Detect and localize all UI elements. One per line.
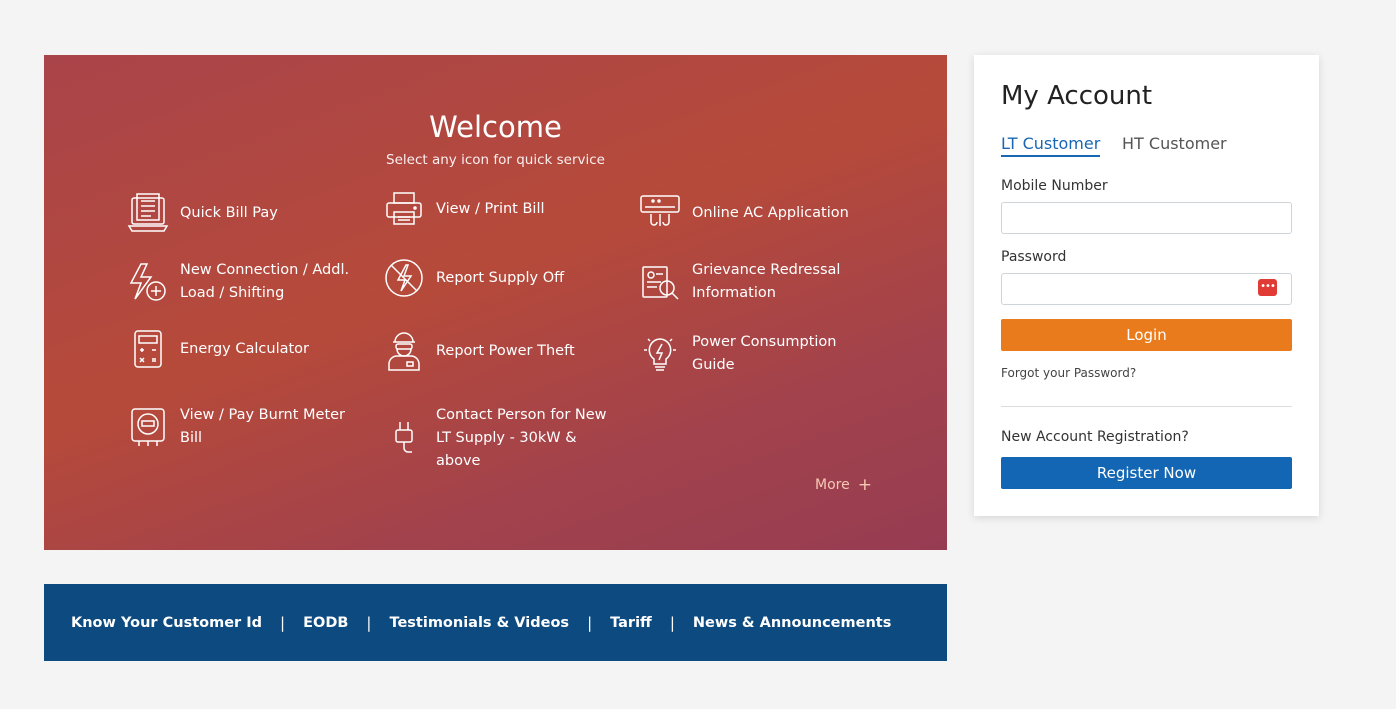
mobile-number-input[interactable] [1001, 202, 1292, 234]
mobile-number-label: Mobile Number [1001, 178, 1108, 194]
service-report-supply-off[interactable]: Report Supply Off [382, 256, 608, 300]
plug-icon [382, 417, 426, 461]
thief-icon [382, 329, 426, 373]
link-know-customer-id[interactable]: Know Your Customer Id [71, 615, 262, 631]
link-tariff[interactable]: Tariff [610, 615, 652, 631]
divider [1001, 406, 1292, 407]
air-conditioner-icon [638, 191, 682, 235]
service-grievance-redressal[interactable]: Grievance Redressal Information [638, 259, 864, 305]
tab-ht-customer[interactable]: HT Customer [1122, 134, 1227, 155]
my-account-panel: My Account LT Customer HT Customer Mobil… [974, 55, 1319, 516]
service-online-ac-application[interactable]: Online AC Application [638, 191, 864, 235]
service-label: Quick Bill Pay [180, 204, 278, 221]
link-testimonials-videos[interactable]: Testimonials & Videos [389, 615, 569, 631]
supply-off-icon [382, 256, 426, 300]
lightning-plus-icon [126, 260, 170, 304]
quick-links-bar: Know Your Customer Id | EODB | Testimoni… [44, 584, 947, 661]
link-news-announcements[interactable]: News & Announcements [693, 615, 891, 631]
welcome-subtitle: Select any icon for quick service [386, 152, 605, 168]
password-manager-icon[interactable]: ••• [1258, 279, 1277, 296]
more-link[interactable]: More + [815, 475, 872, 495]
password-input[interactable] [1001, 273, 1292, 305]
bulb-icon [638, 332, 682, 376]
service-label: New Connection / Addl. Load / Shifting [180, 262, 350, 301]
service-label: Report Power Theft [436, 342, 575, 359]
link-separator: | [366, 613, 372, 632]
service-label: Report Supply Off [436, 269, 565, 286]
service-label: View / Print Bill [436, 200, 545, 217]
new-account-label: New Account Registration? [1001, 429, 1189, 445]
service-label: View / Pay Burnt Meter Bill [180, 407, 346, 446]
service-power-consumption-guide[interactable]: Power Consumption Guide [638, 331, 864, 377]
link-separator: | [280, 613, 286, 632]
login-button[interactable]: Login [1001, 319, 1292, 351]
tab-lt-customer[interactable]: LT Customer [1001, 134, 1101, 157]
service-view-print-bill[interactable]: View / Print Bill [382, 187, 608, 231]
printer-icon [382, 187, 426, 231]
service-new-connection[interactable]: New Connection / Addl. Load / Shifting [126, 259, 352, 305]
calculator-icon [126, 327, 170, 371]
password-label: Password [1001, 249, 1067, 265]
service-quick-bill-pay[interactable]: Quick Bill Pay [126, 191, 352, 235]
welcome-title: Welcome [429, 110, 562, 144]
service-label: Energy Calculator [180, 340, 310, 357]
forgot-password-link[interactable]: Forgot your Password? [1001, 366, 1136, 380]
welcome-panel: Welcome Select any icon for quick servic… [44, 55, 947, 550]
service-report-power-theft[interactable]: Report Power Theft [382, 329, 608, 373]
service-label: Power Consumption Guide [692, 334, 837, 373]
link-eodb[interactable]: EODB [303, 615, 348, 631]
service-contact-person-lt-supply[interactable]: Contact Person for New LT Supply - 30kW … [382, 404, 608, 473]
more-label: More [815, 477, 850, 493]
bill-pay-icon [126, 191, 170, 235]
plus-icon: + [857, 475, 872, 495]
service-label: Online AC Application [692, 204, 849, 221]
account-title: My Account [1001, 81, 1153, 111]
service-energy-calculator[interactable]: Energy Calculator [126, 327, 352, 371]
service-burnt-meter-bill[interactable]: View / Pay Burnt Meter Bill [126, 404, 352, 450]
register-now-button[interactable]: Register Now [1001, 457, 1292, 489]
meter-icon [126, 405, 170, 449]
grievance-search-icon [638, 260, 682, 304]
link-separator: | [587, 613, 593, 632]
service-label: Grievance Redressal Information [692, 262, 841, 301]
link-separator: | [669, 613, 675, 632]
service-label: Contact Person for New LT Supply - 30kW … [436, 407, 607, 469]
